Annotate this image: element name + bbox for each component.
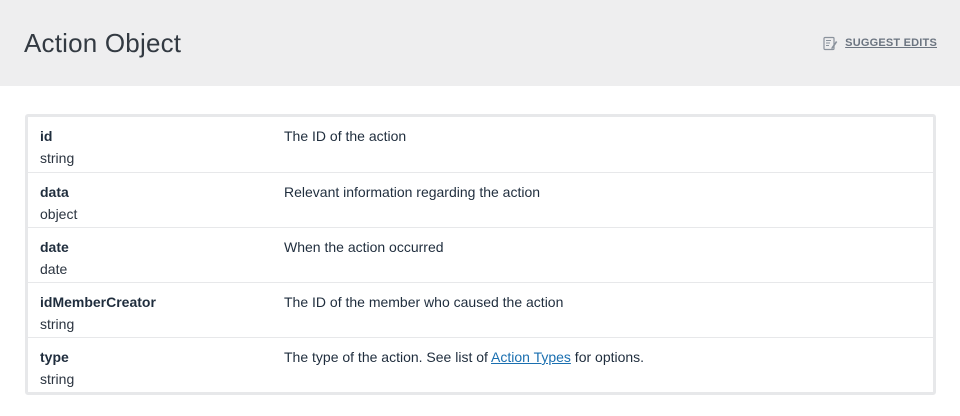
field-name: data — [40, 184, 69, 200]
field-type: object — [40, 206, 78, 222]
suggest-edits-button[interactable]: SUGGEST EDITS — [823, 36, 937, 51]
field-description: The type of the action. See list of Acti… — [274, 338, 933, 392]
description-text-after: for options. — [570, 349, 645, 365]
table-row: data object Relevant information regardi… — [28, 172, 933, 227]
field-name-cell: id string — [28, 117, 274, 172]
field-name-cell: data object — [28, 173, 274, 227]
table-row: id string The ID of the action — [28, 117, 933, 172]
field-name: idMemberCreator — [40, 294, 156, 310]
table-row: type string The type of the action. See … — [28, 337, 933, 392]
field-description: The ID of the action — [284, 128, 407, 144]
field-description: Relevant information regarding the actio… — [284, 184, 541, 200]
action-types-link[interactable]: Action Types — [491, 349, 571, 365]
page-title: Action Object — [24, 27, 182, 58]
field-name-cell: type string — [28, 338, 274, 392]
field-name-cell: idMemberCreator string — [28, 283, 274, 337]
field-name-cell: date date — [28, 228, 274, 282]
fields-table: id string The ID of the action data obje… — [25, 114, 936, 395]
field-type: string — [40, 316, 75, 332]
edit-icon — [823, 36, 838, 51]
field-name: id — [40, 128, 53, 144]
description-text-before: The type of the action. See list of — [284, 349, 492, 365]
field-type: string — [40, 371, 75, 387]
page-header: Action Object SUGGEST EDITS — [0, 0, 960, 86]
field-type: string — [40, 150, 75, 166]
table-row: date date When the action occurred — [28, 227, 933, 282]
table-row: idMemberCreator string The ID of the mem… — [28, 282, 933, 337]
field-name: type — [40, 349, 69, 365]
suggest-edits-label[interactable]: SUGGEST EDITS — [845, 37, 937, 49]
field-type: date — [40, 261, 68, 277]
field-description: When the action occurred — [284, 239, 444, 255]
field-name: date — [40, 239, 69, 255]
field-description: The ID of the member who caused the acti… — [284, 294, 564, 310]
